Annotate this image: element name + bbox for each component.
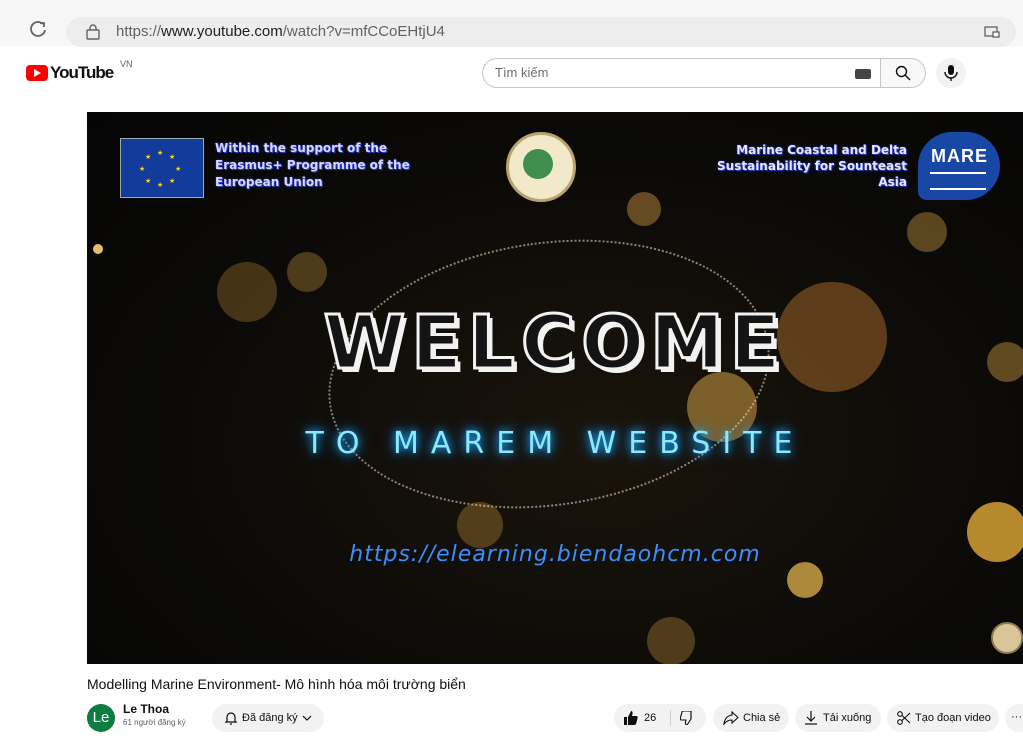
bell-icon [224,712,238,725]
bokeh-light [647,617,695,664]
url-path: /watch?v=mfCCoEHtjU4 [282,23,445,40]
subscribed-button[interactable]: Đã đăng ký [212,704,324,732]
logo-text: YouTube [50,63,114,82]
share-button[interactable]: Chia sẻ [713,704,789,732]
country-code: VN [120,59,133,69]
channel-name[interactable]: Le Thoa [123,702,169,716]
bokeh-light [287,252,327,292]
search-button[interactable] [880,58,926,88]
mare-project-text: Marine Coastal and Delta Sustainability … [717,143,907,189]
mare-logo-label: MARE [931,146,988,166]
url-text[interactable]: https://www.youtube.com/watch?v=mfCCoEHt… [116,23,445,40]
search-placeholder: Tìm kiếm [495,65,549,80]
welcome-heading: WELCOME [322,299,787,388]
search-input[interactable]: Tìm kiếm [482,58,881,88]
tab-action-icon[interactable] [984,25,1000,39]
clip-button[interactable]: Tạo đoạn video [887,704,999,732]
subscribed-label: Đã đăng ký [242,712,298,724]
video-player[interactable]: ★ ★ ★ ★ ★ ★ ★ ★ Within the support of the Er… [87,112,1023,664]
website-url: https://elearning.biendaohcm.com [349,542,761,567]
bokeh-light [627,192,661,226]
divider [670,710,671,726]
lock-icon[interactable] [86,24,100,40]
waves-icon [930,172,986,190]
video-title: Modelling Marine Environment- Mô hình hó… [87,676,466,692]
chevron-down-icon [302,715,312,721]
bokeh-light [787,562,823,598]
download-icon [805,711,817,725]
url-domain: www.youtube.com [161,23,283,40]
like-count[interactable]: 26 [644,712,656,724]
erasmus-text: Within the support of the Erasmus+ Progr… [215,141,410,189]
download-label: Tải xuống [823,712,872,724]
youtube-play-icon [26,65,48,81]
university-logo [506,132,576,202]
reload-icon[interactable] [28,19,48,39]
voice-search-button[interactable] [936,58,966,88]
like-icon[interactable] [624,711,638,725]
subscriber-count: 61 người đăng ký [123,718,186,727]
search-icon [895,65,911,81]
more-actions-button[interactable]: ··· [1005,704,1023,732]
bokeh-light [93,244,103,254]
welcome-subtitle: TO MAREM WEBSITE [305,426,805,461]
microphone-icon [944,65,958,81]
scissors-icon [897,711,911,725]
like-dislike-group: 26 [614,704,706,732]
share-icon [723,711,739,725]
address-bar[interactable]: https://www.youtube.com/watch?v=mfCCoEHt… [66,17,1016,47]
share-label: Chia sẻ [743,712,781,724]
more-icon: ··· [1011,711,1022,723]
url-prefix: https:// [116,23,162,40]
eu-flag: ★ ★ ★ ★ ★ ★ ★ ★ [120,138,204,198]
clip-label: Tạo đoạn video [915,712,991,724]
dislike-icon[interactable] [680,711,694,725]
keyboard-icon[interactable] [855,69,871,79]
download-button[interactable]: Tải xuống [795,704,881,732]
youtube-logo[interactable]: YouTube VN [26,59,136,83]
browser-toolbar: https://www.youtube.com/watch?v=mfCCoEHt… [0,0,1023,47]
mare-logo: MARE [918,132,1000,200]
channel-avatar[interactable]: Le [87,704,115,732]
bokeh-light [907,212,947,252]
watermark-logo [991,622,1023,654]
